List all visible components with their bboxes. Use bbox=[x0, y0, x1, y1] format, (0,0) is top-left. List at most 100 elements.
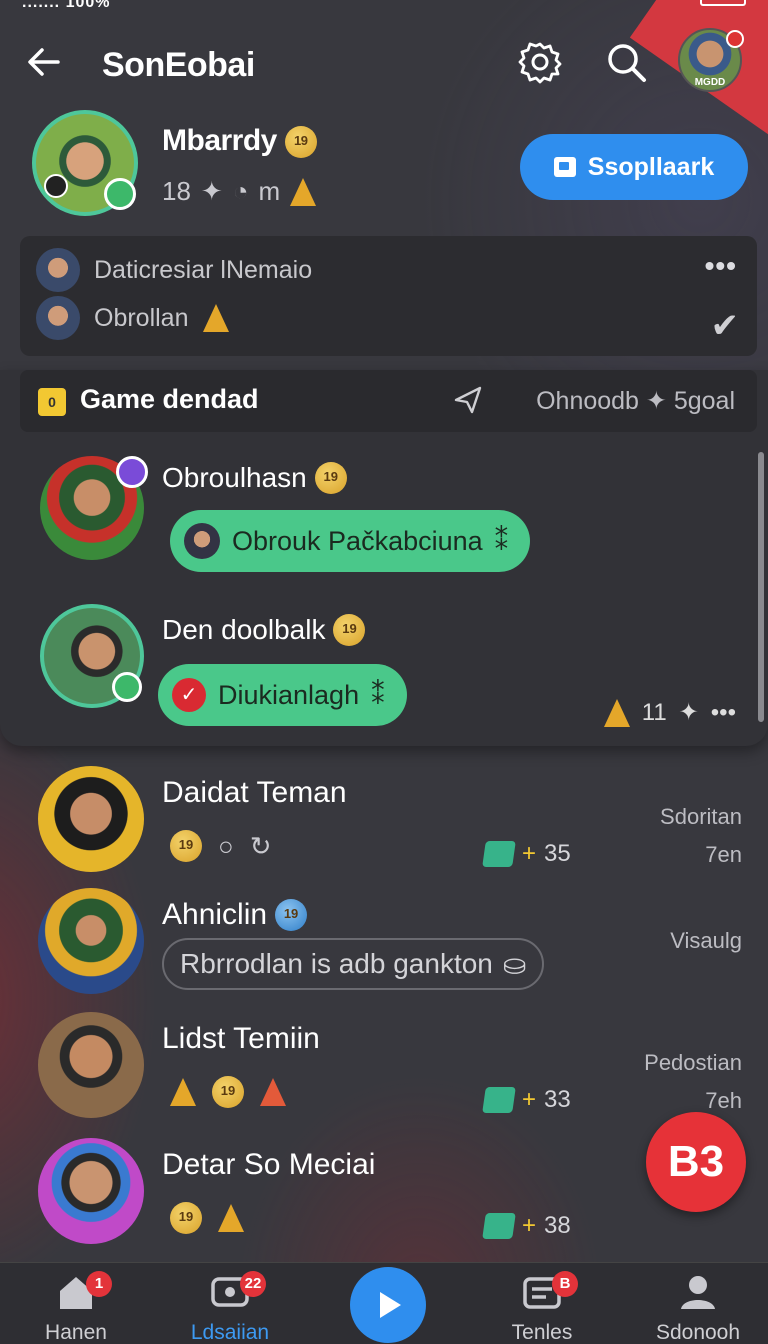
plus-icon: + bbox=[522, 840, 537, 867]
profile-name: Mbarrdy bbox=[162, 124, 317, 159]
game-avatar bbox=[40, 456, 148, 560]
game-item-pill-text: Diukianlagh bbox=[218, 679, 360, 710]
status-bar: ....... 100% bbox=[0, 0, 768, 12]
user-avatar[interactable]: MGDD bbox=[678, 28, 744, 92]
status-left: ....... 100% bbox=[22, 0, 111, 11]
game-tag-icon: 0 bbox=[38, 388, 66, 416]
party-hat-icon bbox=[202, 304, 229, 332]
friend-name-text: Ahniclin bbox=[162, 898, 268, 931]
nav-label: Ldsaiian bbox=[190, 1321, 270, 1344]
back-button[interactable] bbox=[24, 42, 64, 82]
sparkle-icon: ⁑ bbox=[371, 679, 385, 710]
plus-icon: + bbox=[522, 1086, 537, 1113]
clock-icon: ◔ bbox=[232, 176, 249, 206]
fab-label: B3 bbox=[667, 1137, 725, 1186]
floating-action-button[interactable]: B3 bbox=[646, 1112, 746, 1212]
more-options-icon[interactable]: ••• bbox=[711, 699, 736, 727]
emoji-face-icon bbox=[170, 830, 202, 862]
bottom-nav: 1 Hanen 22 Ldsaiian B Tenles Sdonooh bbox=[0, 1262, 768, 1344]
game-actions-count: 11 bbox=[641, 698, 667, 726]
page-title: SonEobai bbox=[102, 46, 255, 84]
friend-time: 7en bbox=[705, 842, 742, 867]
game-item-pill[interactable]: ✓ Diukianlagh ⁑ bbox=[158, 664, 407, 726]
nav-play-button[interactable] bbox=[350, 1267, 426, 1343]
refresh-badge-icon bbox=[275, 899, 308, 931]
emoji-face-icon bbox=[333, 614, 366, 646]
note-icon bbox=[482, 1087, 516, 1113]
sparkle-icon: ✦ bbox=[678, 699, 699, 726]
nav-profile[interactable]: Sdonooh bbox=[638, 1263, 758, 1344]
friend-score-value: 33 bbox=[544, 1086, 571, 1113]
message-button[interactable]: Ssopllaark bbox=[520, 134, 748, 200]
arrow-left-icon bbox=[28, 48, 60, 76]
message-button-label: Ssopllaark bbox=[587, 152, 715, 181]
info-row-2-text: Obrollan bbox=[94, 303, 189, 332]
note-icon bbox=[482, 841, 516, 867]
user-icon: ⛀ bbox=[502, 948, 527, 980]
avatar bbox=[36, 248, 80, 292]
sparkle-icon: ⁑ bbox=[494, 525, 509, 556]
nav-news[interactable]: B Tenles bbox=[482, 1263, 602, 1344]
nav-label: Tenles bbox=[511, 1321, 573, 1344]
notification-badge bbox=[726, 30, 744, 48]
check-icon[interactable]: ✔ bbox=[711, 306, 740, 346]
avatar bbox=[38, 888, 144, 994]
heart-badge-icon bbox=[116, 456, 148, 488]
app-header: SonEobai MGDD bbox=[0, 28, 768, 98]
friend-name: Ahniclin bbox=[162, 898, 308, 932]
friend-reactions bbox=[170, 1076, 286, 1108]
emoji-face-icon bbox=[284, 126, 317, 159]
game-item-name: Den doolbalk bbox=[162, 614, 366, 646]
game-item-name-text: Den doolbalk bbox=[162, 614, 326, 645]
nav-messages[interactable]: 22 Ldsaiian bbox=[170, 1263, 290, 1344]
party-hat-icon bbox=[218, 1204, 244, 1232]
list-item[interactable]: Ahniclin Rbrrodlan is adb gankton ⛀ Visa… bbox=[38, 888, 748, 998]
sparkle-icon: ✦ bbox=[200, 176, 223, 206]
party-hat-icon bbox=[603, 698, 630, 727]
friend-status: Visaulg bbox=[670, 928, 742, 953]
refresh-icon: ↻ bbox=[249, 830, 272, 861]
status-icon bbox=[44, 174, 68, 198]
friend-time: 7eh bbox=[705, 1088, 742, 1113]
sparkle-icon: ✦ bbox=[645, 387, 674, 415]
friend-message-pill[interactable]: Rbrrodlan is adb gankton ⛀ bbox=[162, 938, 545, 990]
profile-meta: 18 ✦ ◔ m bbox=[162, 176, 317, 207]
game-section-header: 0 Game dendad Ohnoodb ✦ 5goal bbox=[20, 370, 757, 432]
party-popper-icon bbox=[170, 1078, 196, 1106]
friend-name: Detar So Meciai bbox=[162, 1148, 376, 1181]
game-avatar bbox=[40, 604, 144, 708]
scrollbar[interactable] bbox=[758, 452, 764, 722]
friend-score: + 33 bbox=[482, 1086, 571, 1114]
share-button[interactable] bbox=[452, 384, 484, 416]
settings-button[interactable] bbox=[518, 40, 562, 84]
note-icon bbox=[482, 1213, 516, 1239]
send-icon bbox=[454, 386, 482, 414]
chat-icon: ○ bbox=[218, 830, 234, 861]
more-options-icon[interactable]: ••• bbox=[705, 250, 737, 282]
emoji-face-icon bbox=[212, 1076, 244, 1108]
info-row-1-text: Daticresiar lNemaio bbox=[94, 255, 313, 284]
check-circle-icon: ✓ bbox=[172, 678, 206, 712]
info-row-1: Daticresiar lNemaio bbox=[36, 248, 312, 292]
friend-score: + 38 bbox=[482, 1212, 571, 1240]
nav-home[interactable]: 1 Hanen bbox=[16, 1263, 136, 1344]
list-item[interactable]: Detar So Meciai + 38 bbox=[38, 1138, 748, 1248]
info-card[interactable]: Daticresiar lNemaio Obrollan ••• ✔ bbox=[20, 236, 757, 356]
friend-reactions bbox=[170, 1202, 244, 1234]
search-icon bbox=[608, 44, 646, 82]
online-badge-icon bbox=[112, 672, 142, 702]
profile-summary: Mbarrdy 18 ✦ ◔ m Ssopllaark bbox=[32, 110, 748, 220]
nav-badge: 22 bbox=[240, 1271, 266, 1297]
search-button[interactable] bbox=[604, 40, 648, 84]
avatar bbox=[38, 1138, 144, 1244]
plus-icon: + bbox=[522, 1212, 537, 1239]
profile-avatar[interactable] bbox=[32, 110, 138, 216]
game-item[interactable]: Obroulhasn Obrouk Pačkabciuna ⁑ bbox=[40, 456, 740, 572]
game-meta-right: 5goal bbox=[673, 387, 735, 415]
friend-name: Lidst Temiin bbox=[162, 1022, 320, 1055]
list-item[interactable]: Lidst Temiin + 33 Pedostian 7eh bbox=[38, 1012, 748, 1122]
profile-name-text: Mbarrdy bbox=[162, 124, 277, 157]
list-item[interactable]: Daidat Teman ○ ↻ + 35 Sdoritan 7en bbox=[38, 766, 748, 876]
game-item-pill[interactable]: Obrouk Pačkabciuna ⁑ bbox=[170, 510, 531, 572]
party-hat-icon bbox=[290, 177, 317, 206]
